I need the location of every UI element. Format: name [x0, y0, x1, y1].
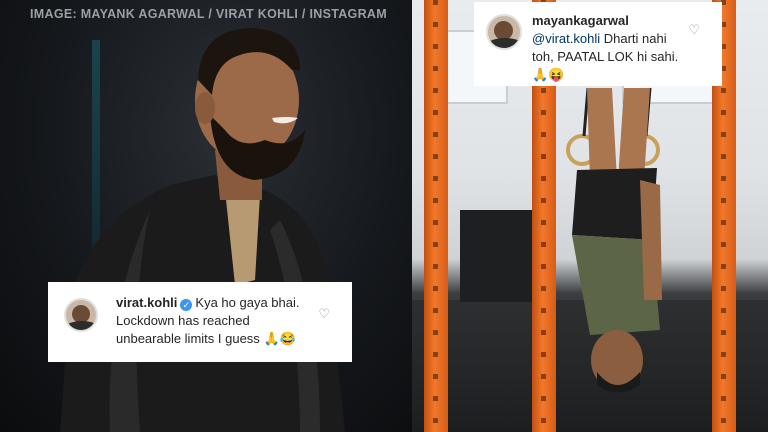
- comment-emojis: 🙏😂: [263, 331, 296, 346]
- comment-line3: unbearable limits I guess: [116, 331, 260, 346]
- comment-card-mayank: mayankagarwal @virat.kohli Dharti nahi t…: [474, 2, 722, 86]
- comment-text: mayankagarwal @virat.kohli Dharti nahi t…: [532, 12, 688, 84]
- username-link[interactable]: mayankagarwal: [532, 13, 629, 28]
- image-credit: IMAGE: MAYANK AGARWAL / VIRAT KOHLI / IN…: [30, 7, 387, 21]
- comment-line2: toh, PAATAL LOK hi sahi.: [532, 49, 679, 64]
- comment-text: virat.kohli ✓ Kya ho gaya bhai. Lockdown h…: [116, 294, 318, 348]
- avatar[interactable]: [64, 298, 98, 332]
- comment-line2: Lockdown has reached: [116, 313, 250, 328]
- comment-card-virat: virat.kohli ✓ Kya ho gaya bhai. Lockdown h…: [48, 282, 352, 362]
- verified-badge-icon: ✓: [180, 299, 193, 311]
- comment-line1: Kya ho gaya bhai.: [195, 295, 300, 310]
- comment-line1: Dharti nahi: [600, 31, 667, 46]
- photo-virat-kohli: IMAGE: MAYANK AGARWAL / VIRAT KOHLI / IN…: [0, 0, 412, 432]
- mention-link[interactable]: @virat.kohli: [532, 31, 600, 46]
- person-silhouette: [60, 28, 345, 432]
- heart-icon[interactable]: ♡: [318, 306, 330, 322]
- username-link[interactable]: virat.kohli: [116, 295, 177, 310]
- comment-emojis: 🙏😝: [532, 67, 565, 82]
- heart-icon[interactable]: ♡: [688, 22, 700, 38]
- avatar[interactable]: [486, 14, 522, 50]
